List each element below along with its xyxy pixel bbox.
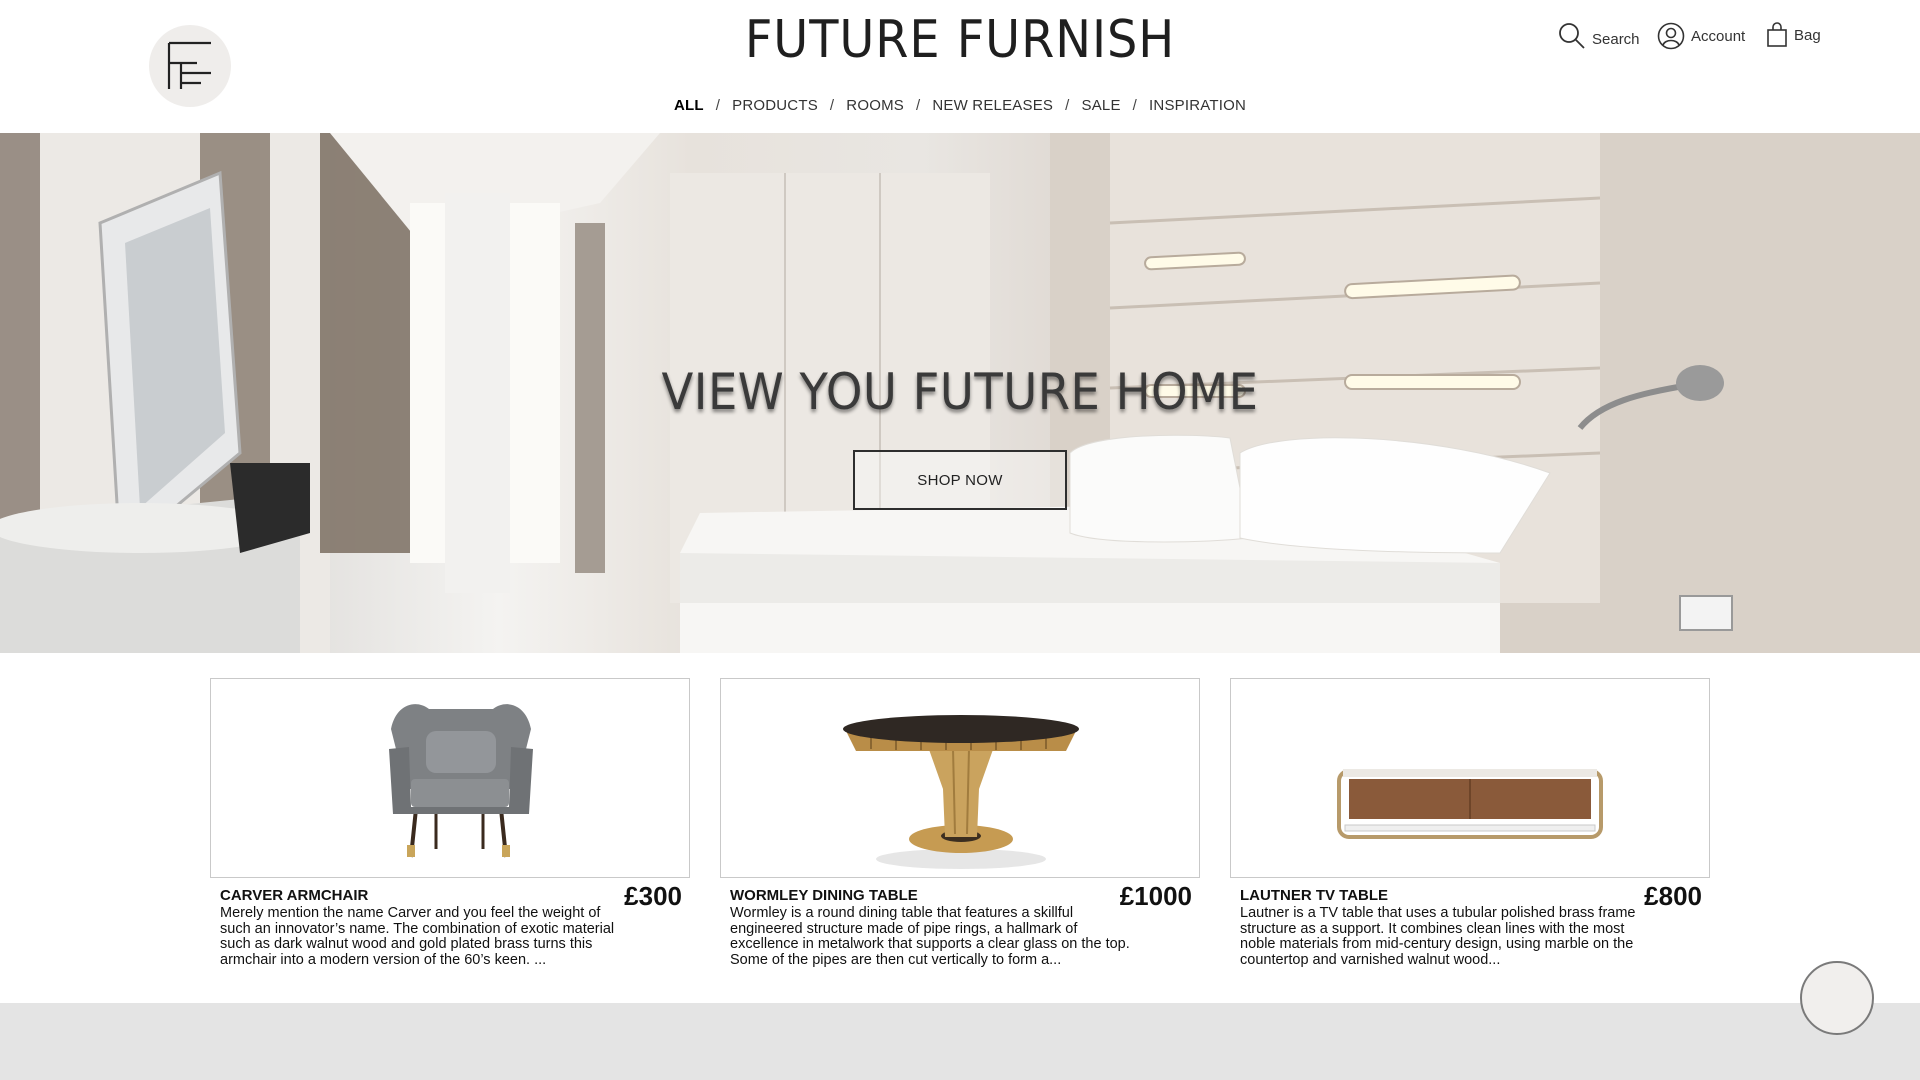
product-name[interactable]: LAUTNER TV TABLE bbox=[1240, 887, 1388, 904]
nav-separator: / bbox=[1065, 97, 1070, 114]
product-card[interactable]: WORMLEY DINING TABLE £1000 Wormley is a … bbox=[720, 678, 1200, 967]
account-icon bbox=[1657, 22, 1685, 50]
nav-item-sale[interactable]: SALE bbox=[1082, 97, 1121, 114]
nav-item-products[interactable]: PRODUCTS bbox=[732, 97, 818, 114]
hero-banner: VIEW YOU FUTURE HOME SHOP NOW bbox=[0, 133, 1920, 653]
nav-separator: / bbox=[1132, 97, 1138, 114]
product-price: £800 bbox=[1644, 881, 1702, 911]
product-description: Merely mention the name Carver and you f… bbox=[220, 905, 615, 968]
nav-separator: / bbox=[829, 97, 835, 114]
bag-button[interactable]: Bag bbox=[1766, 22, 1821, 48]
footer-band bbox=[0, 1003, 1920, 1080]
account-button[interactable]: Account bbox=[1657, 22, 1745, 50]
bag-label: Bag bbox=[1794, 26, 1821, 44]
product-price: £1000 bbox=[1119, 881, 1192, 911]
product-image-frame[interactable] bbox=[720, 678, 1200, 878]
nav-separator: / bbox=[915, 97, 921, 114]
tv-table-image bbox=[1337, 769, 1603, 839]
product-price: £300 bbox=[624, 881, 682, 911]
search-button[interactable]: Search bbox=[1558, 22, 1640, 50]
nav-item-new-releases[interactable]: NEW RELEASES bbox=[932, 97, 1053, 114]
nav-item-inspiration[interactable]: INSPIRATION bbox=[1149, 97, 1246, 114]
nav-item-rooms[interactable]: ROOMS bbox=[846, 97, 904, 114]
bag-icon bbox=[1767, 22, 1787, 47]
product-name[interactable]: CARVER ARMCHAIR bbox=[220, 887, 368, 904]
nav-item-all[interactable]: ALL bbox=[674, 97, 704, 114]
product-card[interactable]: LAUTNER TV TABLE £800 Lautner is a TV ta… bbox=[1230, 678, 1710, 967]
site-header: FUTURE FURNISH Search Account Bag ALL / … bbox=[0, 0, 1920, 133]
hero-heading: VIEW YOU FUTURE HOME bbox=[661, 363, 1259, 421]
shop-now-button[interactable]: SHOP NOW bbox=[853, 450, 1067, 510]
account-label: Account bbox=[1691, 27, 1746, 45]
dining-table-image bbox=[843, 715, 1079, 869]
product-description: Wormley is a round dining table that fea… bbox=[730, 905, 1130, 968]
armchair-image bbox=[389, 704, 533, 858]
chat-button[interactable] bbox=[1800, 961, 1874, 1035]
search-label: Search bbox=[1592, 30, 1640, 48]
product-card[interactable]: CARVER ARMCHAIR £300 Merely mention the … bbox=[210, 678, 690, 967]
product-image-frame[interactable] bbox=[210, 678, 690, 878]
nav-separator: / bbox=[715, 97, 721, 114]
product-name[interactable]: WORMLEY DINING TABLE bbox=[730, 887, 918, 904]
search-icon bbox=[1559, 23, 1585, 49]
main-nav: ALL / PRODUCTS / ROOMS / NEW RELEASES / … bbox=[0, 97, 1920, 114]
product-description: Lautner is a TV table that uses a tubula… bbox=[1240, 905, 1636, 968]
product-image-frame[interactable] bbox=[1230, 678, 1710, 878]
